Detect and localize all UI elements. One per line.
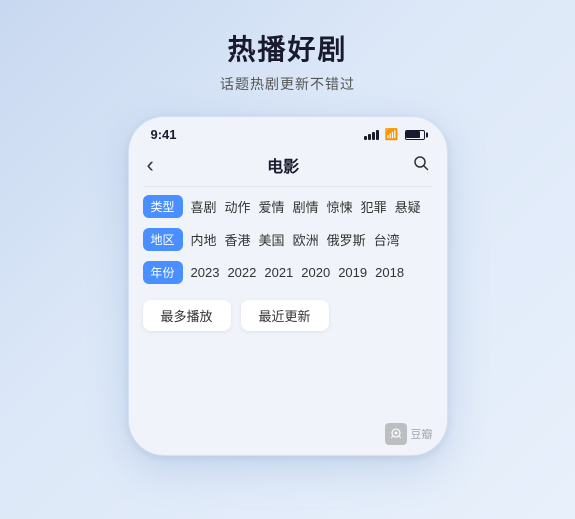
back-button[interactable]: ‹ bbox=[147, 152, 154, 178]
filter-row-region: 地区 内地 香港 美国 欧洲 俄罗斯 台湾 bbox=[143, 228, 433, 251]
filter-item[interactable]: 2020 bbox=[301, 263, 330, 282]
signal-icon bbox=[364, 130, 379, 140]
bottom-buttons: 最多播放 最近更新 bbox=[129, 294, 447, 331]
filter-label-type[interactable]: 类型 bbox=[143, 195, 183, 218]
page-title: 电影 bbox=[267, 153, 299, 177]
filter-item[interactable]: 2021 bbox=[264, 263, 293, 282]
phone-mockup: 9:41 📶 ‹ 电影 bbox=[128, 116, 448, 456]
nav-bar: ‹ 电影 bbox=[129, 146, 447, 186]
sub-title: 话题热剧更新不错过 bbox=[220, 74, 355, 94]
filter-label-region[interactable]: 地区 bbox=[143, 228, 183, 251]
filter-item[interactable]: 2022 bbox=[227, 263, 256, 282]
status-icons: 📶 bbox=[364, 128, 425, 141]
filter-section: 类型 喜剧 动作 爱情 剧情 惊悚 犯罪 悬疑 地区 内地 香港 美国 欧洲 俄… bbox=[129, 195, 447, 284]
battery-icon bbox=[405, 130, 425, 140]
filter-item[interactable]: 动作 bbox=[225, 195, 251, 218]
search-icon[interactable] bbox=[413, 155, 429, 176]
filter-item[interactable]: 喜剧 bbox=[191, 195, 217, 218]
filter-label-year[interactable]: 年份 bbox=[143, 261, 183, 284]
watermark-icon bbox=[385, 423, 407, 445]
status-bar: 9:41 📶 bbox=[129, 117, 447, 146]
filter-item[interactable]: 2023 bbox=[191, 263, 220, 282]
status-time: 9:41 bbox=[151, 127, 177, 142]
filter-row-year: 年份 2023 2022 2021 2020 2019 2018 bbox=[143, 261, 433, 284]
filter-item[interactable]: 俄罗斯 bbox=[327, 228, 366, 251]
filter-item[interactable]: 惊悚 bbox=[327, 195, 353, 218]
recently-updated-button[interactable]: 最近更新 bbox=[241, 300, 329, 331]
filter-row-type: 类型 喜剧 动作 爱情 剧情 惊悚 犯罪 悬疑 bbox=[143, 195, 433, 218]
divider bbox=[143, 186, 433, 187]
filter-item[interactable]: 台湾 bbox=[374, 228, 400, 251]
filter-item[interactable]: 悬疑 bbox=[395, 195, 421, 218]
filter-item[interactable]: 2019 bbox=[338, 263, 367, 282]
wifi-icon: 📶 bbox=[385, 128, 399, 141]
filter-item[interactable]: 内地 bbox=[191, 228, 217, 251]
most-played-button[interactable]: 最多播放 bbox=[143, 300, 231, 331]
filter-item[interactable]: 爱情 bbox=[259, 195, 285, 218]
filter-item[interactable]: 美国 bbox=[259, 228, 285, 251]
watermark: 豆瓣 bbox=[385, 423, 433, 445]
filter-item[interactable]: 欧洲 bbox=[293, 228, 319, 251]
filter-item[interactable]: 剧情 bbox=[293, 195, 319, 218]
phone-frame: 9:41 📶 ‹ 电影 bbox=[128, 116, 448, 456]
watermark-text: 豆瓣 bbox=[411, 426, 433, 442]
filter-item[interactable]: 犯罪 bbox=[361, 195, 387, 218]
filter-item[interactable]: 2018 bbox=[375, 263, 404, 282]
filter-item[interactable]: 香港 bbox=[225, 228, 251, 251]
main-title: 热播好剧 bbox=[220, 28, 355, 68]
header-section: 热播好剧 话题热剧更新不错过 bbox=[220, 28, 355, 94]
